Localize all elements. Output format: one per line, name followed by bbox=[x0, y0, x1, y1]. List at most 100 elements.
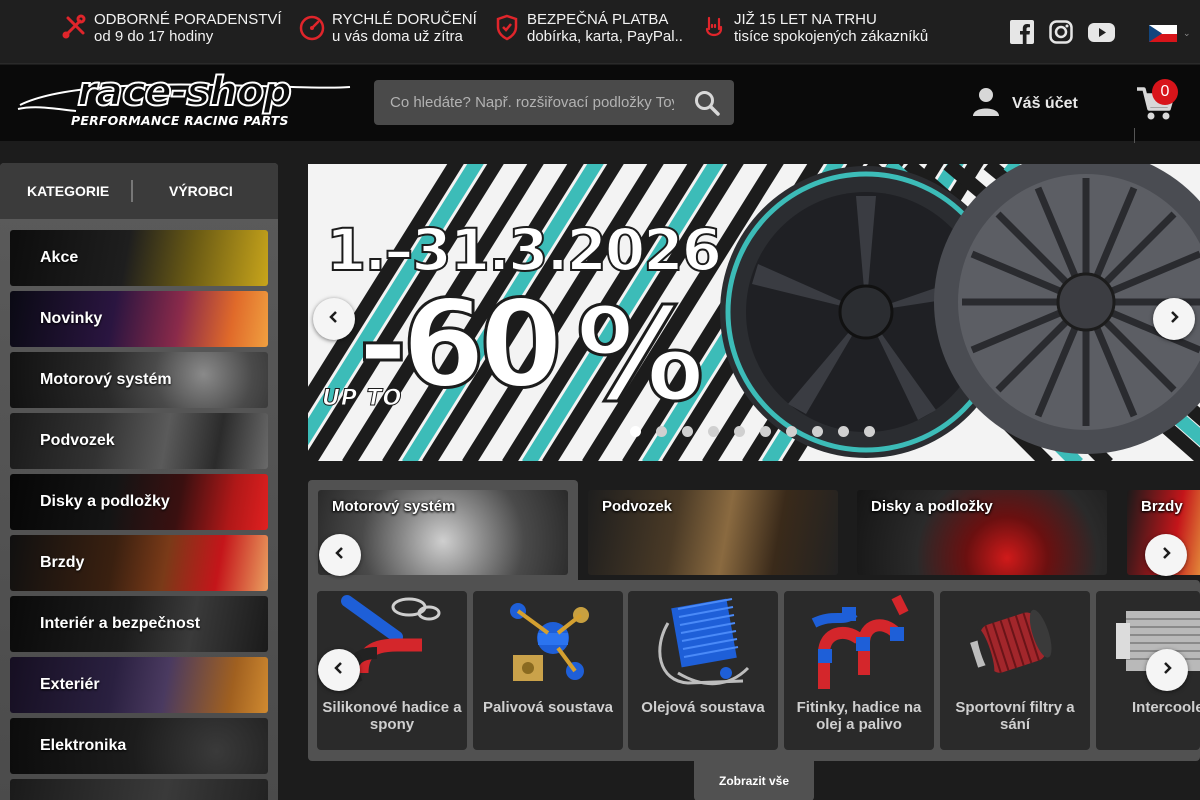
subcategory-prev-button[interactable] bbox=[318, 649, 360, 691]
chevron-left-icon bbox=[327, 310, 341, 329]
czech-flag-icon bbox=[1149, 25, 1177, 42]
subcategory-label: Olejová soustava bbox=[641, 699, 765, 716]
divider bbox=[1134, 128, 1135, 143]
banner-dot[interactable] bbox=[682, 426, 693, 437]
subcategory-card[interactable]: Olejová soustava bbox=[628, 591, 778, 750]
info-title: BEZPEČNÁ PLATBA bbox=[527, 11, 669, 28]
chevron-left-icon bbox=[333, 546, 347, 565]
facebook-icon[interactable] bbox=[1010, 20, 1034, 49]
search-input[interactable] bbox=[374, 80, 674, 125]
chevron-left-icon bbox=[332, 661, 346, 680]
info-title: RYCHLÉ DORUČENÍ bbox=[332, 11, 477, 28]
subcategory-panel: Silikonové hadice a spony Palivová soust… bbox=[308, 580, 1200, 761]
tab-manufacturers[interactable]: VÝROBCI bbox=[169, 183, 233, 199]
sidebar-item-elektronika[interactable]: Elektronika bbox=[10, 718, 268, 774]
chevron-right-icon bbox=[1167, 310, 1181, 329]
banner-dot[interactable] bbox=[864, 426, 875, 437]
chevron-down-icon: ⌄ bbox=[1183, 28, 1191, 38]
category-card-label: Podvozek bbox=[602, 498, 673, 515]
search-icon[interactable] bbox=[694, 90, 720, 116]
subcategory-label: Intercooler bbox=[1132, 699, 1200, 716]
sidebar-item-label: Akce bbox=[40, 249, 79, 266]
promo-banner[interactable]: 1.–31.3.2026 UP TO -60 % bbox=[308, 164, 1200, 461]
cart-button[interactable]: 0 bbox=[1136, 79, 1178, 123]
banner-dot[interactable] bbox=[708, 426, 719, 437]
category-card-label: Brzdy bbox=[1141, 498, 1183, 515]
sidebar-item-more[interactable] bbox=[10, 779, 268, 800]
instagram-icon[interactable] bbox=[1049, 20, 1073, 49]
subcategory-label: Palivová soustava bbox=[482, 699, 614, 716]
subcategory-label: Sportovní filtry a sání bbox=[955, 699, 1075, 733]
fuel-system-image bbox=[510, 603, 589, 681]
info-expert-advice: ODBORNÉ PORADENSTVÍ od 9 do 17 hodiny bbox=[60, 11, 282, 45]
sidebar-item-label: Podvozek bbox=[40, 432, 115, 449]
sidebar-item-interier-a-bezpecnost[interactable]: Interiér a bezpečnost bbox=[10, 596, 268, 652]
sidebar-item-brzdy[interactable]: Brzdy bbox=[10, 535, 268, 591]
shield-check-icon bbox=[493, 11, 521, 43]
subcategory-next-button[interactable] bbox=[1146, 649, 1188, 691]
sidebar-item-label: Motorový systém bbox=[40, 371, 172, 388]
youtube-icon[interactable] bbox=[1088, 20, 1115, 49]
category-next-button[interactable] bbox=[1145, 534, 1187, 576]
category-card-label: Disky a podložky bbox=[871, 498, 993, 515]
subcategory-label: Silikonové hadice a spony bbox=[322, 699, 462, 733]
tab-categories[interactable]: KATEGORIE bbox=[27, 183, 109, 199]
language-selector[interactable]: ⌄ bbox=[1149, 25, 1191, 42]
subcategory-card[interactable]: Fitinky, hadice na olej a palivo bbox=[784, 591, 934, 750]
category-card-disky-a-podlozky[interactable]: Disky a podložky bbox=[857, 490, 1107, 575]
info-years-on-market: JIŽ 15 LET NA TRHU tisíce spokojených zák… bbox=[700, 11, 928, 45]
rock-hand-icon bbox=[700, 11, 728, 43]
info-subtitle: dobírka, karta, PayPal.. bbox=[527, 28, 683, 45]
account-button[interactable]: Váš účet bbox=[970, 85, 1078, 122]
banner-dot[interactable] bbox=[734, 426, 745, 437]
banner-next-button[interactable] bbox=[1153, 298, 1195, 340]
banner-dot[interactable] bbox=[656, 426, 667, 437]
info-secure-payment: BEZPEČNÁ PLATBA dobírka, karta, PayPal.. bbox=[493, 11, 683, 45]
sidebar-item-label: Interiér a bezpečnost bbox=[40, 615, 201, 632]
oil-cooler-image bbox=[658, 598, 750, 686]
info-subtitle: u vás doma už zítra bbox=[332, 28, 463, 45]
chevron-right-icon bbox=[1159, 546, 1173, 565]
sidebar-item-disky-a-podlozky[interactable]: Disky a podložky bbox=[10, 474, 268, 530]
tab-separator bbox=[131, 180, 133, 202]
sidebar-item-exterier[interactable]: Exteriér bbox=[10, 657, 268, 713]
info-bar: ODBORNÉ PORADENSTVÍ od 9 do 17 hodiny RYC… bbox=[0, 0, 1200, 64]
banner-pagination bbox=[630, 426, 880, 438]
logo[interactable]: race-shop PERFORMANCE RACING PARTS bbox=[16, 68, 352, 133]
sidebar-item-label: Brzdy bbox=[40, 554, 85, 571]
sidebar-item-label: Elektronika bbox=[40, 737, 127, 754]
banner-dot[interactable] bbox=[838, 426, 849, 437]
banner-prev-button[interactable] bbox=[313, 298, 355, 340]
subcategory-card[interactable]: Palivová soustava bbox=[473, 591, 623, 750]
chevron-right-icon bbox=[1160, 661, 1174, 680]
search-box bbox=[374, 80, 734, 125]
info-title: JIŽ 15 LET NA TRHU bbox=[734, 11, 877, 28]
subcategory-label: Fitinky, hadice na olej a palivo bbox=[796, 699, 922, 733]
category-card-podvozek[interactable]: Podvozek bbox=[588, 490, 838, 575]
banner-dot[interactable] bbox=[760, 426, 771, 437]
info-subtitle: od 9 do 17 hodiny bbox=[94, 28, 214, 45]
logo-text: race-shop bbox=[76, 68, 293, 116]
category-prev-button[interactable] bbox=[319, 534, 361, 576]
site-header: race-shop PERFORMANCE RACING PARTS Váš ú… bbox=[0, 65, 1200, 141]
banner-dot[interactable] bbox=[812, 426, 823, 437]
air-filter-image bbox=[970, 609, 1052, 675]
banner-dot[interactable] bbox=[630, 426, 641, 437]
subcategory-card[interactable]: Sportovní filtry a sání bbox=[940, 591, 1090, 750]
banner-date: 1.–31.3.2026 bbox=[325, 215, 723, 285]
user-icon bbox=[970, 85, 1002, 122]
info-subtitle: tisíce spokojených zákazníků bbox=[734, 28, 929, 45]
speedometer-icon bbox=[298, 11, 326, 43]
sidebar-item-novinky[interactable]: Novinky bbox=[10, 291, 268, 347]
cart-icon bbox=[1136, 87, 1176, 127]
sidebar-item-label: Disky a podložky bbox=[40, 493, 170, 510]
sidebar-tabs: KATEGORIE VÝROBCI bbox=[0, 163, 278, 219]
sidebar-item-motorovy-system[interactable]: Motorový systém bbox=[10, 352, 268, 408]
info-title: ODBORNÉ PORADENSTVÍ bbox=[94, 11, 282, 28]
sidebar-item-akce[interactable]: Akce bbox=[10, 230, 268, 286]
show-all-button[interactable]: Zobrazit vše bbox=[694, 761, 814, 800]
cart-count-badge: 0 bbox=[1152, 79, 1178, 105]
tools-icon bbox=[60, 11, 88, 43]
sidebar-item-podvozek[interactable]: Podvozek bbox=[10, 413, 268, 469]
banner-dot[interactable] bbox=[786, 426, 797, 437]
